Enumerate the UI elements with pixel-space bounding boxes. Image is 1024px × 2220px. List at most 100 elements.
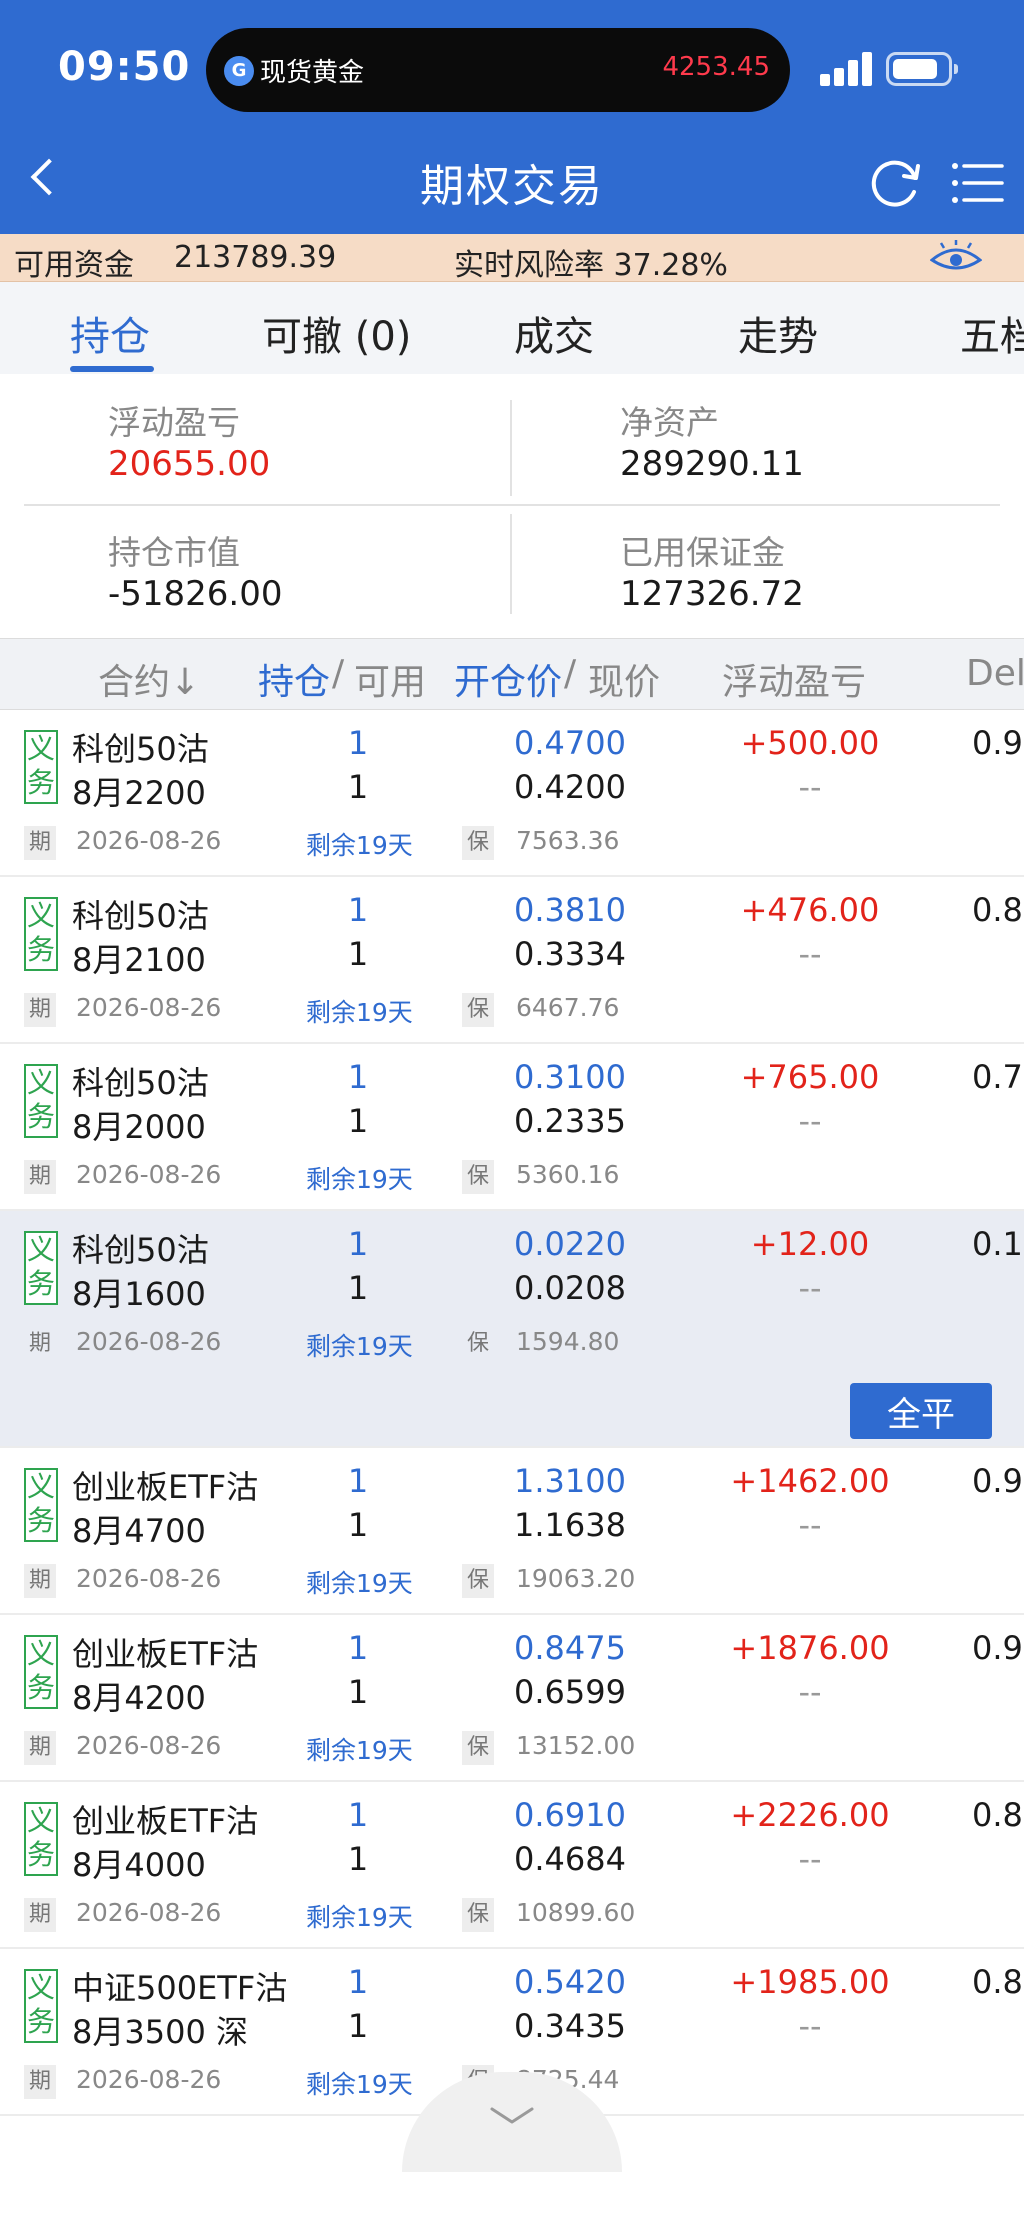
delta-value: 0.83 bbox=[972, 891, 1024, 929]
quote-app-icon: G bbox=[224, 56, 254, 86]
market-value-value: -51826.00 bbox=[108, 574, 283, 614]
refresh-icon[interactable] bbox=[868, 156, 924, 212]
contract-name: 科创50沽 bbox=[72, 897, 209, 935]
current-price: 0.0208 bbox=[514, 1269, 626, 1307]
delta-value: 0.19 bbox=[972, 1225, 1024, 1263]
tab-cancellable[interactable]: 可撤 (0) bbox=[262, 304, 411, 362]
position-row[interactable]: 义务科创50沽 8月2000 1 1 0.3100 0.2335 +765.00 -- 0.74… bbox=[0, 1044, 1024, 1211]
delta-value: 0.92 bbox=[972, 1629, 1024, 1667]
tab-order-book[interactable]: 五档 bbox=[960, 304, 1024, 362]
floating-pnl: +2226.00 bbox=[730, 1796, 890, 1834]
days-remaining: 剩余19天 bbox=[306, 831, 413, 860]
open-price: 0.6910 bbox=[514, 1796, 626, 1834]
days-remaining: 剩余19天 bbox=[306, 1165, 413, 1194]
tab-positions[interactable]: 持仓 bbox=[70, 304, 150, 362]
floating-pnl: +1985.00 bbox=[730, 1963, 890, 2001]
position-row[interactable]: 义务科创50沽 8月2200 1 1 0.4700 0.4200 +500.00 -- 0.96… bbox=[0, 710, 1024, 877]
expiry-date: 2026-08-26 bbox=[76, 1898, 222, 1927]
dynamic-island[interactable]: G 现货黄金 4253.45 bbox=[206, 28, 790, 112]
margin-tag: 保 bbox=[466, 1331, 489, 1356]
floating-pnl-label: 浮动盈亏 bbox=[108, 403, 240, 442]
margin-tag: 保 bbox=[462, 1898, 494, 1932]
contract-strike: 8月2200 bbox=[72, 774, 206, 812]
available-qty: 1 bbox=[347, 2007, 369, 2045]
floating-pnl-ratio: -- bbox=[798, 1840, 822, 1878]
account-summary: 浮动盈亏 20655.00 净资产 289290.11 持仓市值 -51826.… bbox=[0, 374, 1024, 638]
tab-trend[interactable]: 走势 bbox=[738, 304, 818, 362]
contract-name: 科创50沽 bbox=[72, 730, 209, 768]
available-qty: 1 bbox=[347, 1269, 369, 1307]
used-margin-label: 已用保证金 bbox=[620, 533, 785, 572]
obligation-badge: 义务 bbox=[24, 1802, 58, 1876]
floating-pnl-ratio: -- bbox=[798, 1269, 822, 1307]
net-assets-label: 净资产 bbox=[620, 403, 719, 442]
contract-name: 科创50沽 bbox=[72, 1231, 209, 1269]
position-row[interactable]: 义务 创业板ETF沽 8月4000 1 1 0.6910 0.4684 +2226.00 -- 0… bbox=[0, 1782, 1024, 1949]
floating-pnl-ratio: -- bbox=[798, 935, 822, 973]
island-price: 4253.45 bbox=[662, 52, 770, 82]
floating-pnl-ratio: -- bbox=[798, 768, 822, 806]
position-qty: 1 bbox=[347, 1462, 369, 1500]
position-row[interactable]: 义务 创业板ETF沽 8月4200 1 1 0.8475 0.6599 +1876.00 -- 0… bbox=[0, 1615, 1024, 1782]
col-position[interactable]: 持仓 bbox=[258, 653, 330, 705]
obligation-badge: 义务 bbox=[24, 1969, 58, 2043]
available-qty: 1 bbox=[347, 768, 369, 806]
market-value-label: 持仓市值 bbox=[108, 533, 240, 572]
expiry-tag: 期 bbox=[28, 1331, 51, 1356]
contract-name: 创业板ETF沽 bbox=[72, 1802, 259, 1840]
menu-list-icon[interactable] bbox=[950, 160, 1004, 206]
col-contract-sort[interactable]: 合约↓ bbox=[98, 653, 200, 705]
expiry-tag: 期 bbox=[24, 1731, 56, 1765]
col-available[interactable]: 可用 bbox=[354, 653, 426, 705]
active-tab-indicator bbox=[70, 366, 154, 372]
current-price: 0.3334 bbox=[514, 935, 626, 973]
col-current-price[interactable]: 现价 bbox=[588, 653, 660, 705]
expiry-date: 2026-08-26 bbox=[76, 2065, 222, 2094]
days-remaining: 剩余19天 bbox=[306, 1332, 413, 1361]
contract-strike: 8月3500 深 bbox=[72, 2013, 248, 2051]
app-header: 09:50 G 现货黄金 4253.45 期权交易 bbox=[0, 0, 1024, 234]
delta-value: 0.96 bbox=[972, 724, 1024, 762]
expiry-tag: 期 bbox=[24, 2065, 56, 2099]
net-assets-value: 289290.11 bbox=[620, 444, 804, 484]
delta-value: 0.74 bbox=[972, 1058, 1024, 1096]
expiry-date: 2026-08-26 bbox=[76, 1564, 222, 1593]
contract-name: 创业板ETF沽 bbox=[72, 1635, 259, 1673]
funds-bar: 可用资金 213789.39 实时风险率 37.28% bbox=[0, 234, 1024, 283]
position-row[interactable]: 义务科创50沽 8月2100 1 1 0.3810 0.3334 +476.00 -- 0.83… bbox=[0, 877, 1024, 1044]
status-time: 09:50 bbox=[58, 44, 191, 90]
days-remaining: 剩余19天 bbox=[306, 1569, 413, 1598]
available-funds-label: 可用资金 bbox=[14, 248, 134, 283]
margin-value: 1594.80 bbox=[516, 1327, 620, 1356]
position-qty: 1 bbox=[347, 1225, 369, 1263]
position-row[interactable]: 义务科创50沽 8月1600 1 1 0.0220 0.0208 +12.00 -- 0.19 期… bbox=[0, 1211, 1024, 1448]
days-remaining: 剩余19天 bbox=[306, 1736, 413, 1765]
position-qty: 1 bbox=[347, 1963, 369, 2001]
obligation-badge: 义务 bbox=[24, 897, 58, 971]
floating-pnl-ratio: -- bbox=[798, 1506, 822, 1544]
open-price: 0.4700 bbox=[514, 724, 626, 762]
expiry-date: 2026-08-26 bbox=[76, 993, 222, 1022]
tab-deals[interactable]: 成交 bbox=[514, 304, 594, 362]
contract-strike: 8月2100 bbox=[72, 941, 206, 979]
contract-name: 创业板ETF沽 bbox=[72, 1468, 259, 1506]
days-remaining: 剩余19天 bbox=[306, 2070, 413, 2099]
margin-value: 13152.00 bbox=[516, 1731, 636, 1760]
expiry-date: 2026-08-26 bbox=[76, 1160, 222, 1189]
summary-divider bbox=[510, 514, 512, 614]
contract-strike: 8月4700 bbox=[72, 1512, 206, 1550]
contract-strike: 8月4000 bbox=[72, 1846, 206, 1884]
col-floating-pnl[interactable]: 浮动盈亏 bbox=[722, 653, 866, 705]
eye-icon[interactable] bbox=[930, 240, 982, 276]
col-open-price[interactable]: 开仓价 bbox=[454, 653, 562, 705]
obligation-badge: 义务 bbox=[24, 730, 58, 804]
close-all-button[interactable]: 全平 bbox=[850, 1383, 992, 1439]
position-row[interactable]: 义务 创业板ETF沽 8月4700 1 1 1.3100 1.1638 +1462.00 -- 0… bbox=[0, 1448, 1024, 1615]
risk-rate: 实时风险率 37.28% bbox=[454, 248, 728, 283]
delta-value: 0.99 bbox=[972, 1462, 1024, 1500]
available-qty: 1 bbox=[347, 1506, 369, 1544]
tab-bar: 持仓 可撤 (0) 成交 走势 五档 bbox=[0, 282, 1024, 374]
col-delta[interactable]: Del bbox=[966, 653, 1024, 694]
chevron-down-icon bbox=[490, 2107, 534, 2124]
col-slash: / bbox=[564, 653, 577, 694]
